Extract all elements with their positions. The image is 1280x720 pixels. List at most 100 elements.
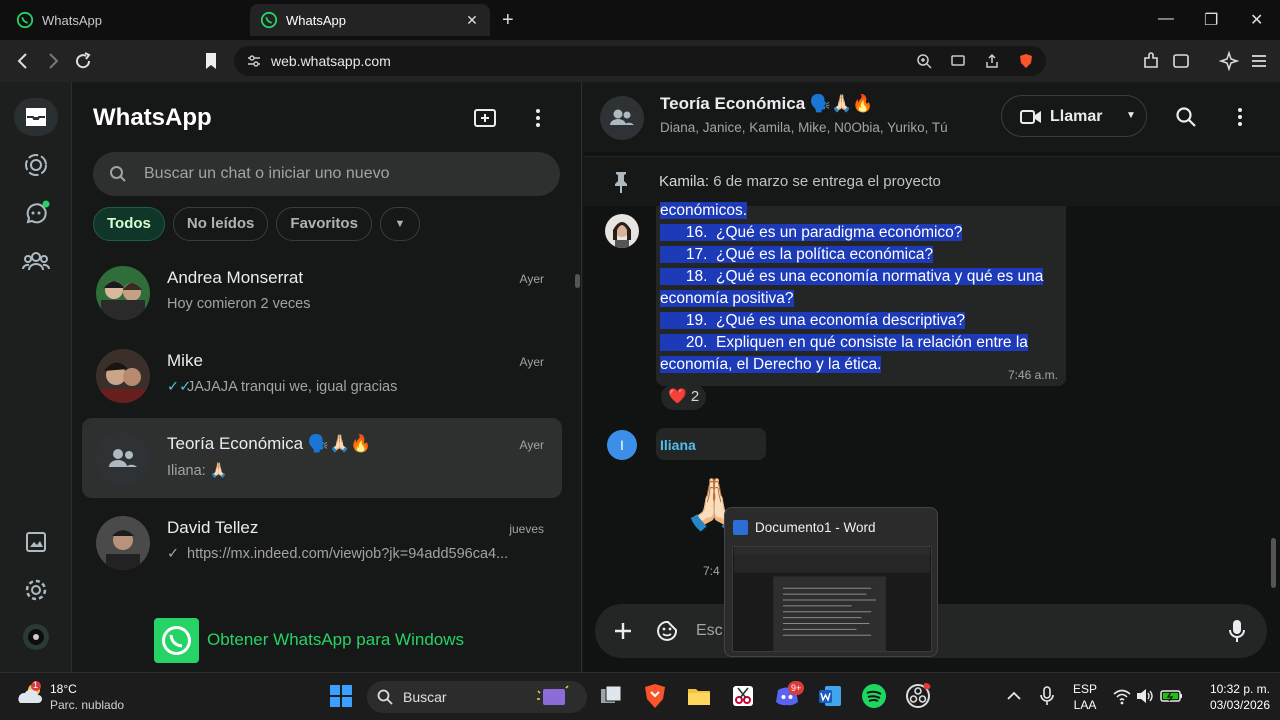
group-avatar bbox=[96, 432, 150, 486]
input-language[interactable]: ESP LAA bbox=[1068, 681, 1102, 713]
sender-name: Iliana bbox=[660, 437, 696, 453]
weather-temp: 18°C bbox=[50, 682, 77, 696]
back-icon[interactable] bbox=[12, 50, 34, 72]
chat-item[interactable]: Mike Ayer ✓✓JAJAJA tranqui we, igual gra… bbox=[82, 335, 562, 415]
tray-overflow-chevron-icon[interactable] bbox=[1003, 685, 1025, 707]
pin-icon bbox=[615, 172, 627, 193]
more-options-icon[interactable] bbox=[1229, 105, 1251, 129]
snipping-tool-icon[interactable] bbox=[730, 683, 756, 709]
bookmark-icon[interactable] bbox=[200, 50, 222, 72]
weather-desc: Parc. nublado bbox=[50, 698, 125, 712]
chat-preview: Hoy comieron 2 veces bbox=[167, 296, 537, 312]
obs-icon[interactable] bbox=[905, 683, 931, 709]
filter-all[interactable]: Todos bbox=[93, 207, 165, 241]
message-line: economía positiva? bbox=[660, 288, 794, 310]
message-text: 17. ¿Qué es la política económica? bbox=[660, 246, 934, 263]
new-chat-icon[interactable] bbox=[473, 106, 497, 130]
communities-icon[interactable] bbox=[22, 248, 50, 276]
chat-search-input[interactable]: Buscar un chat o iniciar uno nuevo bbox=[93, 152, 560, 196]
emoji-sticker-icon[interactable] bbox=[655, 619, 679, 643]
get-whatsapp-windows-link[interactable]: Obtener WhatsApp para Windows bbox=[154, 617, 464, 663]
message-reaction[interactable]: ❤️ 2 bbox=[661, 384, 707, 410]
group-avatar[interactable] bbox=[600, 96, 644, 140]
chats-icon[interactable] bbox=[22, 103, 50, 131]
extensions-icon[interactable] bbox=[1140, 50, 1162, 72]
call-dropdown-chevron-icon[interactable]: ▼ bbox=[1126, 110, 1136, 121]
chat-list-panel: WhatsApp Buscar un chat o iniciar uno nu… bbox=[72, 82, 582, 672]
brave-shield-icon[interactable] bbox=[1018, 53, 1034, 69]
start-windows-icon[interactable] bbox=[328, 683, 354, 709]
leo-ai-icon[interactable] bbox=[1218, 50, 1240, 72]
avatar bbox=[96, 266, 150, 320]
filter-favorites[interactable]: Favoritos bbox=[276, 207, 372, 241]
menu-icon[interactable] bbox=[1248, 50, 1270, 72]
message-text: economía positiva? bbox=[660, 290, 794, 307]
chat-item[interactable]: David Tellez jueves ✓ https://mx.indeed.c… bbox=[82, 502, 562, 582]
wifi-icon[interactable] bbox=[1112, 686, 1132, 706]
new-tab-icon[interactable]: + bbox=[502, 10, 514, 30]
word-window-preview[interactable]: Documento1 - Word bbox=[724, 507, 938, 657]
chat-item-selected[interactable]: Teoría Económica 🗣️🙏🏻🔥 Ayer Iliana: 🙏🏻 bbox=[82, 418, 562, 498]
sender-avatar[interactable] bbox=[605, 214, 639, 248]
conversation-scrollbar[interactable] bbox=[1271, 538, 1276, 588]
more-options-icon[interactable] bbox=[526, 106, 550, 130]
message-text: 16. ¿Qué es un paradigma económico? bbox=[660, 224, 963, 241]
browser-tab[interactable]: WhatsApp bbox=[6, 4, 246, 36]
site-settings-icon[interactable] bbox=[246, 53, 262, 69]
file-explorer-icon[interactable] bbox=[686, 683, 712, 709]
battery-charging-icon[interactable] bbox=[1160, 686, 1184, 706]
microphone-icon[interactable] bbox=[1036, 685, 1058, 707]
word-icon[interactable] bbox=[817, 683, 843, 709]
message-bubble[interactable]: económicos. 16. ¿Qué es un paradigma eco… bbox=[656, 202, 1066, 386]
filter-more-chevron-icon[interactable]: ▼ bbox=[379, 207, 420, 241]
weather-widget[interactable]: 1 18°C Parc. nublado bbox=[16, 680, 124, 712]
discord-badge: 9+ bbox=[788, 681, 805, 695]
close-tab-icon[interactable]: ✕ bbox=[464, 12, 480, 28]
message-line: economía, el Derecho y la ética. bbox=[660, 354, 882, 376]
sender-avatar[interactable]: I bbox=[607, 430, 637, 460]
conversation-header[interactable]: Teoría Económica 🗣️🙏🏻🔥 Diana, Janice, Ka… bbox=[583, 82, 1280, 152]
pinned-message: Kamila: 6 de marzo se entrega el proyect… bbox=[659, 173, 941, 190]
status-icon[interactable] bbox=[22, 151, 50, 179]
zoom-icon[interactable] bbox=[916, 53, 932, 69]
attach-plus-icon[interactable] bbox=[613, 621, 633, 641]
whatsapp-icon bbox=[260, 11, 278, 29]
group-name: Teoría Económica 🗣️🙏🏻🔥 bbox=[660, 94, 874, 113]
message-bubble[interactable]: Iliana bbox=[656, 428, 766, 460]
forward-icon[interactable] bbox=[42, 50, 64, 72]
filter-unread[interactable]: No leídos bbox=[172, 207, 269, 241]
nav-rail bbox=[0, 82, 72, 672]
system-clock[interactable]: 10:32 p. m. 03/03/2026 bbox=[1190, 681, 1270, 713]
spotify-icon[interactable] bbox=[861, 683, 887, 709]
chat-preview: Iliana: 🙏🏻 bbox=[167, 462, 537, 479]
close-window-icon[interactable]: ✕ bbox=[1250, 10, 1263, 30]
chat-item[interactable]: Andrea Monserrat Ayer Hoy comieron 2 vec… bbox=[82, 252, 562, 332]
search-icon[interactable] bbox=[1175, 106, 1197, 128]
chat-list-scrollbar[interactable] bbox=[575, 274, 580, 288]
volume-icon[interactable] bbox=[1135, 686, 1155, 706]
chat-name: Mike bbox=[167, 351, 203, 370]
media-icon[interactable] bbox=[22, 528, 50, 556]
brave-browser-icon[interactable] bbox=[642, 683, 668, 709]
search-icon bbox=[377, 689, 393, 705]
settings-gear-icon[interactable] bbox=[22, 576, 50, 604]
pinned-message-bar[interactable]: Kamila: 6 de marzo se entrega el proyect… bbox=[583, 156, 1280, 206]
restore-icon[interactable]: ❐ bbox=[1204, 10, 1218, 30]
video-camera-icon bbox=[1020, 110, 1041, 124]
wallet-icon[interactable] bbox=[1170, 50, 1192, 72]
sent-tick-icon: ✓ bbox=[167, 546, 180, 562]
browser-tab-active[interactable]: WhatsApp ✕ bbox=[250, 4, 490, 36]
minimize-icon[interactable]: — bbox=[1158, 10, 1174, 28]
reload-icon[interactable] bbox=[72, 50, 94, 72]
cast-icon[interactable] bbox=[950, 53, 966, 69]
share-icon[interactable] bbox=[984, 53, 1000, 69]
address-bar[interactable]: web.whatsapp.com bbox=[234, 46, 1046, 76]
taskbar-search[interactable]: Buscar bbox=[367, 681, 587, 713]
profile-avatar[interactable] bbox=[22, 623, 50, 651]
microphone-icon[interactable] bbox=[1228, 619, 1246, 643]
chat-time: Ayer bbox=[519, 438, 544, 452]
task-view-icon[interactable] bbox=[598, 683, 624, 709]
message-time: 7:4 bbox=[703, 564, 720, 578]
call-button[interactable]: Llamar ▼ bbox=[1001, 95, 1147, 137]
channels-icon[interactable] bbox=[22, 200, 50, 228]
